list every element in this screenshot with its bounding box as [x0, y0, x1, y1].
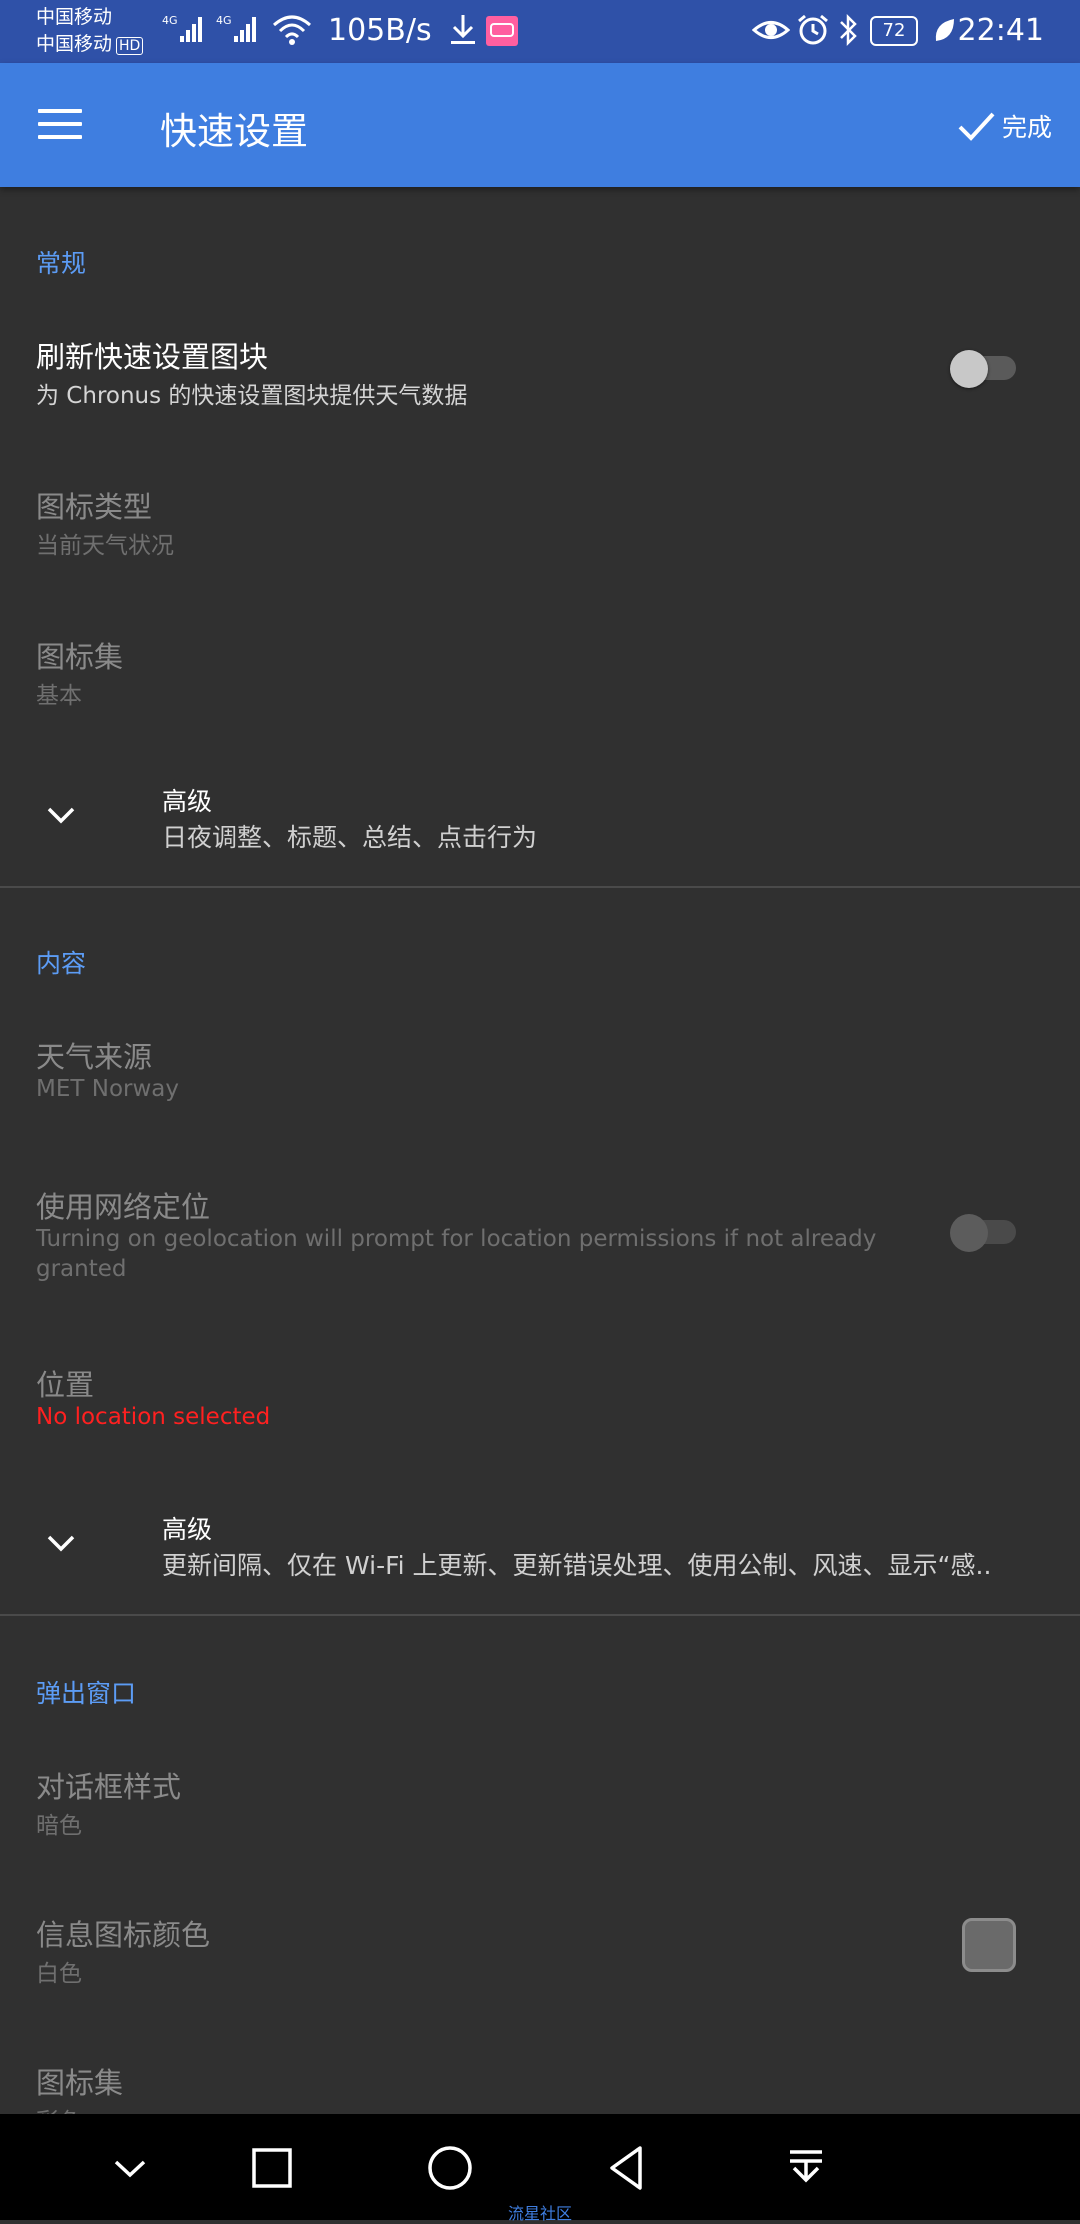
chevron-down-icon [47, 807, 75, 824]
page-title: 快速设置 [160, 110, 308, 153]
svg-text:4G: 4G [162, 14, 178, 27]
pref-summary: 日夜调整、标题、总结、点击行为 [162, 823, 538, 852]
pref-title: 信息图标颜色 [36, 1918, 211, 1952]
pref-summary-line1: Turning on geolocation will prompt for l… [36, 1226, 877, 1252]
signal-icon-1: 4G [162, 12, 208, 48]
recents-square-icon[interactable] [242, 2138, 302, 2198]
pref-refresh-tile[interactable]: 刷新快速设置图块 为 Chronus 的快速设置图块提供天气数据 [0, 320, 1080, 430]
pref-popup-icon-set: 图标集 彩色 [0, 2046, 1080, 2116]
section-header-popup: 弹出窗口 [36, 1679, 137, 1708]
pref-title: 位置 [36, 1368, 95, 1402]
pref-summary: 暗色 [36, 1813, 82, 1839]
pref-info-icon-color: 信息图标颜色 白色 [0, 1898, 1080, 2008]
pref-icon-type: 图标类型 当前天气状况 [0, 470, 1080, 580]
watermark: 流星社区 [507, 2204, 572, 2223]
chevron-down-icon[interactable] [100, 2138, 160, 2198]
pref-summary: 更新间隔、仅在 Wi-Fi 上更新、更新错误处理、使用公制、风速、显示“感.. [162, 1551, 992, 1580]
clock: 22:41 [957, 13, 1044, 48]
section-header-general: 常规 [36, 249, 87, 278]
svg-text:4G: 4G [216, 14, 232, 27]
section-divider [0, 886, 1080, 888]
section-header-content: 内容 [36, 949, 87, 978]
pref-summary: 为 Chronus 的快速设置图块提供天气数据 [36, 383, 468, 409]
bilibili-icon [486, 16, 518, 50]
pref-advanced-content[interactable]: 高级 更新间隔、仅在 Wi-Fi 上更新、更新错误处理、使用公制、风速、显示“感… [0, 1498, 1080, 1608]
section-divider [0, 1614, 1080, 1616]
network-speed: 105B/s [328, 13, 432, 48]
wifi-icon [272, 13, 312, 51]
status-bar: 中国移动 中国移动 HD 4G 4G 105B/s 72 22:41 [0, 0, 1080, 63]
leaf-icon [932, 13, 956, 51]
battery-indicator: 72 [870, 16, 918, 46]
carrier-2: 中国移动 [36, 33, 113, 55]
pref-network-location: 使用网络定位 Turning on geolocation will promp… [0, 1170, 1080, 1300]
pref-location: 位置 No location selected [0, 1348, 1080, 1458]
download-icon [448, 13, 478, 51]
pref-icon-set: 图标集 基本 [0, 620, 1080, 730]
pref-summary: 当前天气状况 [36, 533, 174, 559]
signal-icon-2: 4G [216, 12, 262, 48]
home-circle-icon[interactable] [420, 2138, 480, 2198]
back-triangle-icon[interactable] [598, 2138, 658, 2198]
pref-title: 图标集 [36, 2066, 124, 2100]
pref-title: 刷新快速设置图块 [36, 340, 269, 374]
pref-weather-source: 天气来源 MET Norway [0, 1020, 1080, 1130]
done-button[interactable]: 完成 [956, 103, 1052, 149]
color-swatch [962, 1918, 1016, 1972]
pref-title: 对话框样式 [36, 1770, 182, 1804]
eye-icon [751, 13, 791, 51]
menu-icon[interactable] [38, 109, 84, 141]
notification-pulldown-icon[interactable] [776, 2138, 836, 2198]
pref-advanced-general[interactable]: 高级 日夜调整、标题、总结、点击行为 [0, 770, 1080, 880]
network-location-switch [950, 1214, 1020, 1252]
carrier-1: 中国移动 [36, 6, 113, 28]
pref-summary-line2: granted [36, 1256, 127, 1282]
pref-title: 使用网络定位 [36, 1190, 211, 1224]
pref-title: 图标集 [36, 640, 124, 674]
pref-title: 图标类型 [36, 490, 153, 524]
done-label: 完成 [1001, 113, 1052, 142]
hd-badge: HD [116, 37, 144, 55]
pref-dialog-style: 对话框样式 暗色 [0, 1750, 1080, 1860]
pref-summary: MET Norway [36, 1076, 179, 1102]
refresh-tile-switch[interactable] [950, 350, 1020, 388]
pref-summary-error: No location selected [36, 1404, 271, 1430]
alarm-icon [796, 13, 830, 51]
carrier-info: 中国移动 中国移动 HD [36, 4, 144, 58]
app-bar: 快速设置 完成 [0, 63, 1080, 187]
check-icon [958, 112, 995, 141]
pref-summary: 白色 [36, 1961, 82, 1987]
chevron-down-icon [47, 1535, 75, 1552]
pref-title: 天气来源 [36, 1040, 153, 1074]
pref-summary: 基本 [36, 683, 82, 709]
pref-title: 高级 [162, 1515, 213, 1544]
bluetooth-icon [838, 13, 860, 51]
pref-title: 高级 [162, 787, 213, 816]
